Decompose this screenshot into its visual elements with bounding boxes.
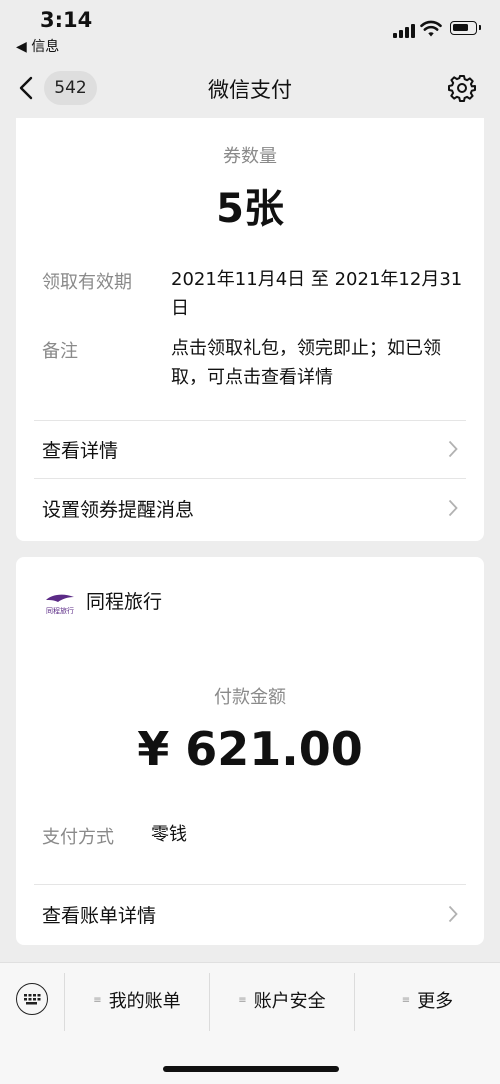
gear-icon[interactable] <box>448 74 476 102</box>
coupon-card: 券数量 5张 领取有效期 2021年11月4日 至 2021年12月31日 备注… <box>16 118 484 541</box>
my-bills-button[interactable]: ≡ 我的账单 <box>65 975 209 1025</box>
chevron-right-icon <box>448 440 458 458</box>
keyboard-icon[interactable] <box>16 983 48 1015</box>
view-details-row[interactable]: 查看详情 <box>16 420 484 478</box>
page-title: 微信支付 <box>208 78 292 102</box>
coupon-reminder-row[interactable]: 设置领券提醒消息 <box>16 479 484 537</box>
validity-value: 2021年11月4日 至 2021年12月31日 <box>171 269 463 319</box>
svg-text:同程旅行: 同程旅行 <box>46 606 74 615</box>
my-bills-label: 我的账单 <box>108 991 181 1012</box>
coupon-count-value: 5张 <box>216 186 284 232</box>
merchant-name: 同程旅行 <box>86 591 163 613</box>
payment-method-value: 零钱 <box>151 824 187 845</box>
menu-lines-icon: ≡ <box>238 994 246 1006</box>
more-label: 更多 <box>417 991 454 1012</box>
more-button[interactable]: ≡ 更多 <box>355 975 500 1025</box>
note-label: 备注 <box>42 341 78 362</box>
chevron-right-icon <box>448 499 458 517</box>
coupon-reminder-label: 设置领券提醒消息 <box>42 499 195 521</box>
amount-value: ¥ 621.00 <box>137 722 363 776</box>
note-value: 点击领取礼包，领完即止；如已领取，可点击查看详情 <box>171 338 441 388</box>
view-bill-details-row[interactable]: 查看账单详情 <box>16 885 484 943</box>
account-security-button[interactable]: ≡ 账户安全 <box>210 975 354 1025</box>
payment-method-label: 支付方式 <box>42 827 114 848</box>
menu-lines-icon: ≡ <box>93 994 101 1006</box>
validity-label: 领取有效期 <box>42 272 132 293</box>
account-security-label: 账户安全 <box>253 991 326 1012</box>
amount-label: 付款金额 <box>214 687 286 708</box>
navigation-bar: 542 微信支付 <box>0 58 500 118</box>
view-bill-details-label: 查看账单详情 <box>42 905 157 927</box>
coupon-count-label: 券数量 <box>223 146 277 167</box>
battery-icon <box>450 21 481 35</box>
view-details-label: 查看详情 <box>42 440 119 462</box>
home-indicator[interactable] <box>163 1066 339 1072</box>
menu-lines-icon: ≡ <box>401 994 410 1006</box>
back-to-app-link[interactable]: ◀ 信息 <box>16 36 59 56</box>
wifi-icon <box>420 20 442 37</box>
merchant-logo: 同程旅行 <box>42 591 78 615</box>
chevron-right-icon <box>448 905 458 923</box>
status-bar: 3:14 ◀ 信息 <box>0 0 500 58</box>
payment-card: 同程旅行 同程旅行 付款金额 ¥ 621.00 支付方式 零钱 查看账单详情 <box>16 557 484 945</box>
status-time: 3:14 <box>40 8 93 32</box>
cellular-signal-icon <box>393 24 415 38</box>
